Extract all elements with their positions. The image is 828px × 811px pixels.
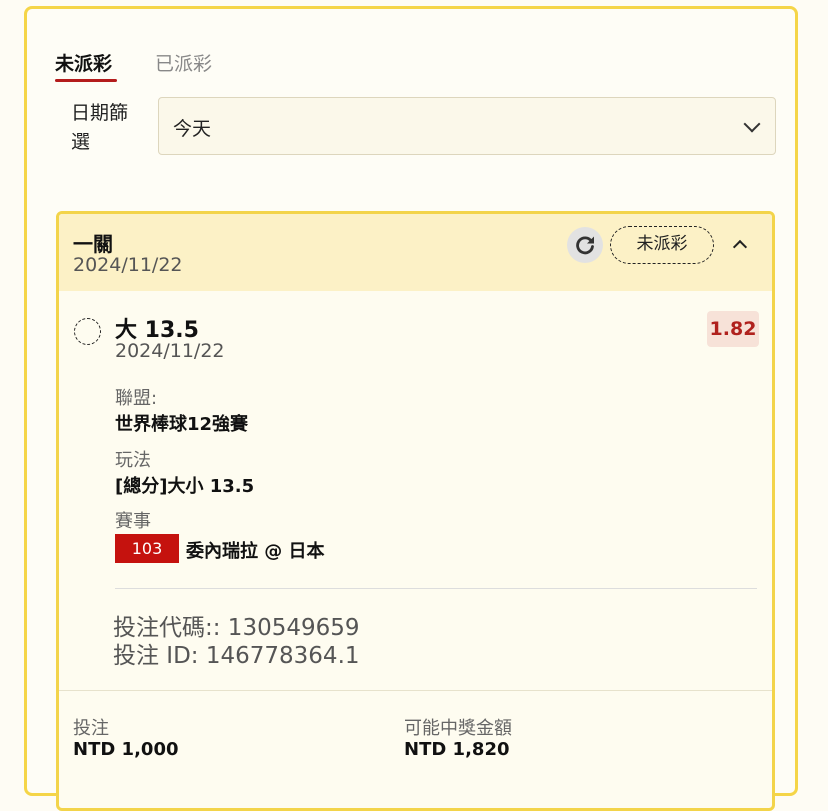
event-label: 賽事 bbox=[115, 511, 151, 532]
status-badge: 未派彩 bbox=[610, 226, 714, 264]
bet-card-date: 2024/11/22 bbox=[73, 254, 183, 276]
league-label: 聯盟: bbox=[115, 388, 158, 409]
event-name: 委內瑞拉 @ 日本 bbox=[186, 541, 325, 562]
stake-value: NTD 1,000 bbox=[73, 739, 179, 760]
selection-date: 2024/11/22 bbox=[115, 340, 225, 362]
league-value: 世界棒球12強賽 bbox=[115, 414, 249, 435]
bet-history-panel: 未派彩 已派彩 日期篩選 今天 一關 2024/11/22 未派彩 大 13.5… bbox=[24, 6, 798, 811]
refresh-button[interactable] bbox=[567, 227, 603, 263]
selection-circle-icon[interactable] bbox=[74, 318, 101, 345]
date-filter-value: 今天 bbox=[173, 118, 212, 140]
chevron-down-icon bbox=[743, 115, 761, 133]
bet-card: 一關 2024/11/22 未派彩 大 13.5 2024/11/22 1.82… bbox=[56, 211, 775, 811]
event-code-badge: 103 bbox=[115, 534, 179, 563]
payout-value: NTD 1,820 bbox=[404, 739, 510, 760]
play-label: 玩法 bbox=[115, 450, 151, 471]
footer-divider bbox=[59, 690, 772, 691]
refresh-icon bbox=[576, 236, 594, 255]
bet-type-title: 一關 bbox=[73, 232, 113, 256]
play-value: [總分]大小 13.5 bbox=[115, 476, 255, 497]
bet-id: 投注 ID: 146778364.1 bbox=[113, 643, 360, 669]
divider bbox=[115, 588, 757, 589]
chevron-up-icon[interactable] bbox=[727, 232, 753, 258]
odds-badge: 1.82 bbox=[707, 311, 759, 347]
bet-card-header: 一關 2024/11/22 未派彩 bbox=[59, 214, 772, 291]
date-filter-label: 日期篩選 bbox=[71, 102, 129, 153]
active-tab-indicator bbox=[55, 79, 117, 82]
stake-label: 投注 bbox=[73, 718, 109, 739]
payout-label: 可能中獎金額 bbox=[404, 718, 512, 739]
date-filter-select[interactable]: 今天 bbox=[158, 97, 776, 155]
tab-settled[interactable]: 已派彩 bbox=[155, 49, 212, 76]
tab-unsettled[interactable]: 未派彩 bbox=[55, 49, 112, 76]
